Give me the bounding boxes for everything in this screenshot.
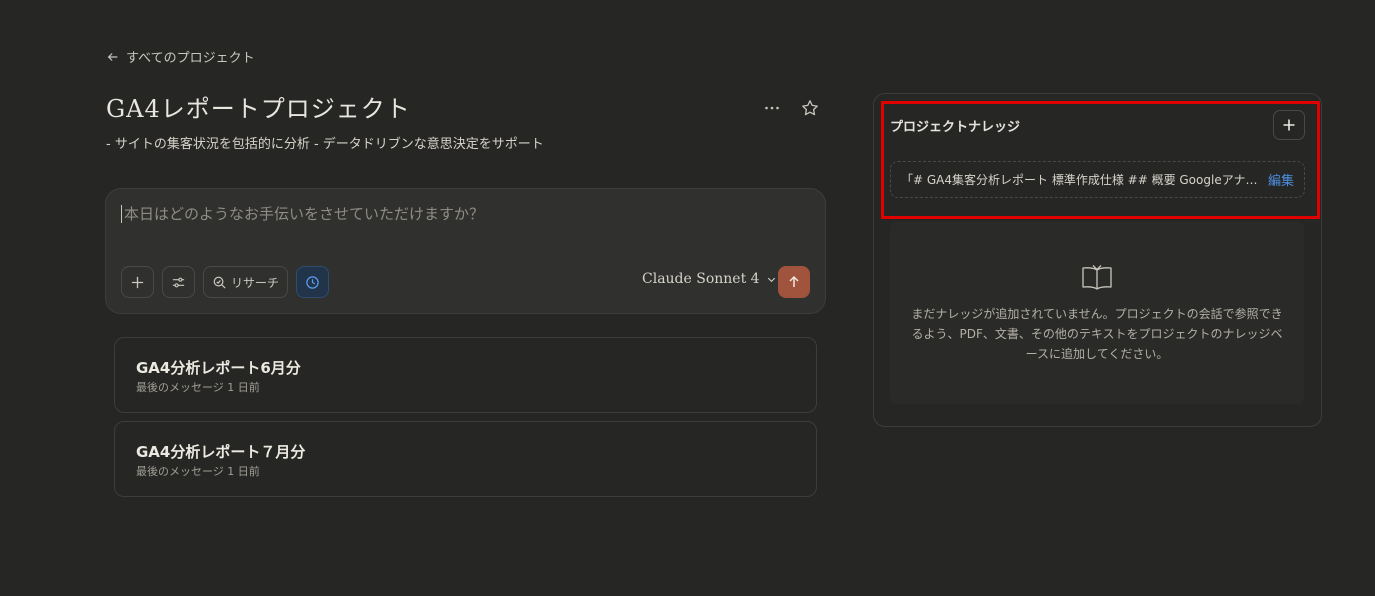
arrow-left-icon	[107, 52, 118, 61]
chat-last-message: 最後のメッセージ 1 日前	[136, 381, 260, 394]
project-title: GA4レポートプロジェクト	[106, 95, 411, 123]
search-icon	[213, 276, 226, 289]
chat-title: GA4分析レポート７月分	[136, 443, 306, 461]
star-icon	[802, 100, 818, 116]
plus-icon	[131, 276, 144, 288]
knowledge-title: プロジェクトナレッジ	[890, 120, 1021, 135]
title-actions	[760, 96, 822, 120]
ellipsis-icon	[765, 106, 779, 110]
history-toggle-button[interactable]	[296, 266, 330, 298]
research-button[interactable]: リサーチ	[203, 266, 289, 298]
add-attachment-button[interactable]	[121, 266, 154, 298]
edit-knowledge-link[interactable]: 編集	[1268, 170, 1294, 189]
send-button[interactable]	[778, 266, 810, 298]
model-name: Claude Sonnet 4	[642, 271, 760, 287]
chat-title: GA4分析レポート6月分	[136, 359, 301, 377]
chat-list-item[interactable]: GA4分析レポート７月分 最後のメッセージ 1 日前	[114, 421, 817, 497]
message-composer: リサーチ Claude Sonnet 4	[105, 188, 826, 314]
composer-toolbar: リサーチ	[121, 266, 330, 298]
knowledge-empty-state: まだナレッジが追加されていません。プロジェクトの会話で参照できるよう、PDF、文…	[890, 222, 1304, 404]
back-to-projects-link[interactable]: すべてのプロジェクト	[106, 47, 255, 66]
tools-settings-button[interactable]	[162, 266, 195, 298]
more-options-button[interactable]	[760, 96, 784, 120]
chat-list-item[interactable]: GA4分析レポート6月分 最後のメッセージ 1 日前	[114, 337, 817, 413]
knowledge-file-item[interactable]: 「# GA4集客分析レポート 標準作成仕様 ## 概要 Googleアナリティク…	[890, 161, 1305, 198]
message-input[interactable]	[121, 205, 801, 223]
knowledge-file-preview: 「# GA4集客分析レポート 標準作成仕様 ## 概要 Googleアナリティク…	[901, 173, 1260, 187]
chevron-down-icon	[767, 277, 775, 282]
project-description: - サイトの集客状況を包括的に分析 - データドリブンな意思決定をサポート	[106, 137, 544, 152]
model-selector[interactable]: Claude Sonnet 4	[642, 271, 777, 287]
plus-icon	[1283, 119, 1295, 131]
book-icon	[1082, 265, 1112, 290]
chat-last-message: 最後のメッセージ 1 日前	[136, 465, 260, 478]
star-button[interactable]	[798, 96, 822, 120]
arrow-up-icon	[789, 275, 799, 287]
project-page: すべてのプロジェクト GA4レポートプロジェクト - サイトの集客状況を包括的に…	[0, 0, 1375, 596]
sliders-icon	[172, 277, 185, 287]
research-label: リサーチ	[231, 275, 280, 290]
clock-icon	[306, 275, 319, 289]
back-link-label: すべてのプロジェクト	[126, 51, 255, 66]
add-knowledge-button[interactable]	[1273, 110, 1305, 140]
knowledge-empty-message: まだナレッジが追加されていません。プロジェクトの会話で参照できるよう、PDF、文…	[911, 307, 1283, 361]
